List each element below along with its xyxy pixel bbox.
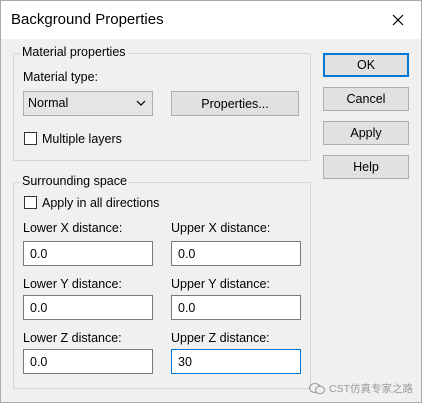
upper-y-value: 0.0 bbox=[178, 301, 196, 315]
upper-z-value: 30 bbox=[178, 355, 192, 369]
title-bar: Background Properties bbox=[1, 1, 421, 39]
multiple-layers-label: Multiple layers bbox=[42, 132, 122, 146]
ok-button[interactable]: OK bbox=[323, 53, 409, 77]
properties-button[interactable]: Properties... bbox=[171, 91, 299, 116]
chat-bubble-icon bbox=[309, 383, 325, 395]
multiple-layers-checkbox[interactable] bbox=[24, 132, 37, 145]
lower-y-input[interactable]: 0.0 bbox=[23, 295, 153, 320]
apply-button-label: Apply bbox=[350, 126, 382, 140]
lower-y-value: 0.0 bbox=[30, 301, 48, 315]
properties-button-label: Properties... bbox=[201, 96, 269, 111]
lower-x-value: 0.0 bbox=[30, 247, 48, 261]
upper-y-input[interactable]: 0.0 bbox=[171, 295, 301, 320]
help-button[interactable]: Help bbox=[323, 155, 409, 179]
close-button[interactable] bbox=[375, 1, 421, 39]
upper-y-label: Upper Y distance: bbox=[171, 277, 270, 291]
lower-z-input[interactable]: 0.0 bbox=[23, 349, 153, 374]
upper-x-input[interactable]: 0.0 bbox=[171, 241, 301, 266]
apply-button[interactable]: Apply bbox=[323, 121, 409, 145]
upper-z-label: Upper Z distance: bbox=[171, 331, 270, 345]
lower-y-label: Lower Y distance: bbox=[23, 277, 122, 291]
material-type-label: Material type: bbox=[23, 70, 99, 84]
ok-button-label: OK bbox=[356, 58, 376, 72]
upper-x-label: Upper X distance: bbox=[171, 221, 271, 235]
upper-x-value: 0.0 bbox=[178, 247, 196, 261]
chevron-down-icon bbox=[136, 100, 146, 106]
apply-all-directions-checkbox[interactable] bbox=[24, 196, 37, 209]
help-button-label: Help bbox=[353, 160, 379, 174]
dialog-title: Background Properties bbox=[11, 11, 164, 28]
upper-z-input[interactable]: 30 bbox=[171, 349, 301, 374]
close-icon bbox=[392, 14, 404, 26]
cancel-button[interactable]: Cancel bbox=[323, 87, 409, 111]
material-type-select[interactable]: Normal bbox=[23, 91, 153, 116]
watermark: CST仿真专家之路 bbox=[309, 381, 413, 396]
lower-x-input[interactable]: 0.0 bbox=[23, 241, 153, 266]
apply-all-directions-label: Apply in all directions bbox=[42, 196, 160, 210]
watermark-text: CST仿真专家之路 bbox=[329, 383, 413, 395]
surrounding-space-legend: Surrounding space bbox=[20, 174, 129, 188]
material-properties-legend: Material properties bbox=[20, 45, 128, 59]
cancel-button-label: Cancel bbox=[346, 92, 386, 106]
material-type-value: Normal bbox=[28, 96, 69, 110]
lower-x-label: Lower X distance: bbox=[23, 221, 123, 235]
lower-z-value: 0.0 bbox=[30, 355, 48, 369]
lower-z-label: Lower Z distance: bbox=[23, 331, 122, 345]
background-properties-dialog: Background Properties Material propertie… bbox=[0, 0, 422, 403]
